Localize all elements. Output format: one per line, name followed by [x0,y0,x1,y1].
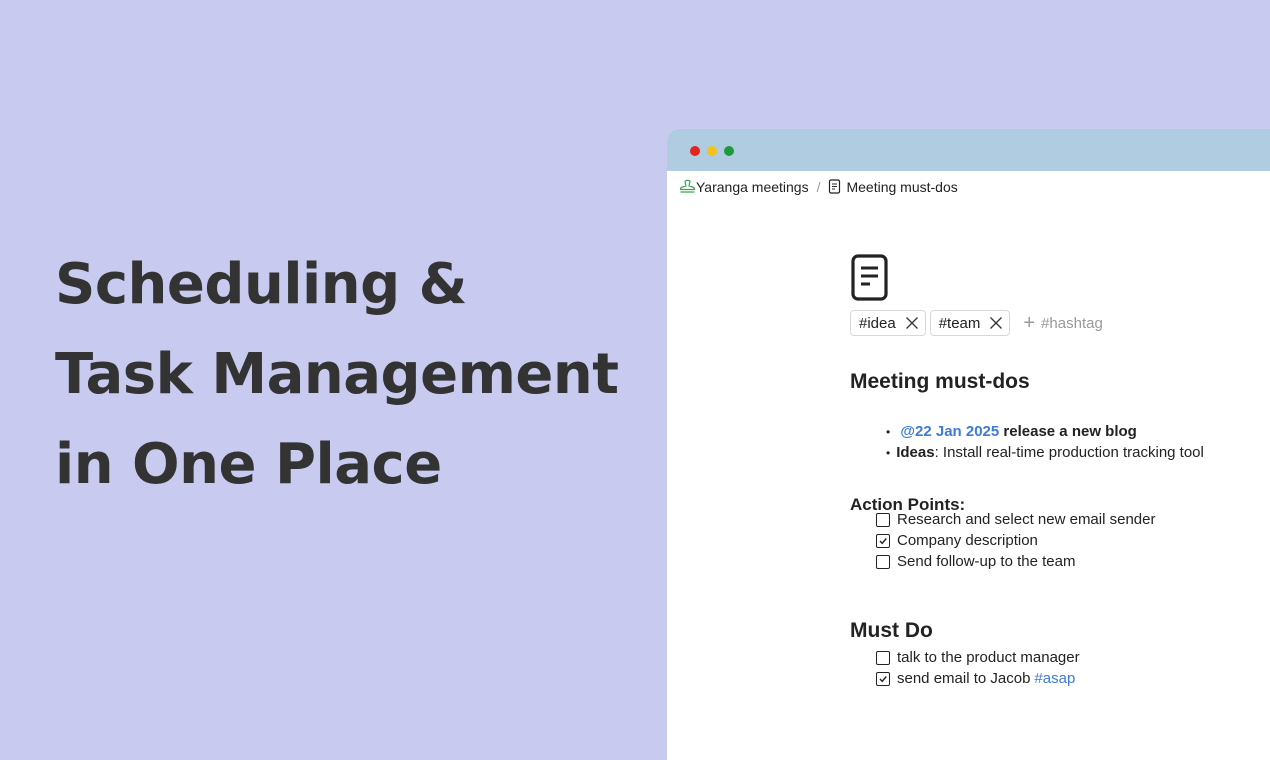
list-item[interactable]: @22 Jan 2025 release a new blog [886,421,1204,442]
hero-heading: Scheduling & Task Management in One Plac… [55,240,619,510]
checkbox[interactable] [876,512,890,527]
tag-chip[interactable]: #team [929,310,1011,336]
hero-line-1: Scheduling & [55,252,468,317]
window-titlebar [667,129,1270,171]
app-window: Yaranga meetings / Meeting must-dos #ide… [667,129,1270,760]
tag-list: #idea #team + #hashtag [850,310,1103,336]
checkmark-icon [879,537,887,544]
checkbox-checked[interactable] [876,533,890,548]
hero-line-3: in One Place [55,432,442,497]
minimize-window-button[interactable] [707,146,717,156]
action-points-list: Research and select new email sender Com… [876,509,1155,572]
todo-text: send email to Jacob [897,670,1031,687]
checkbox-checked[interactable] [876,671,890,686]
remove-tag-icon[interactable] [989,316,1003,330]
breadcrumb-page[interactable]: Meeting must-dos [828,179,958,195]
todo-text: Research and select new email sender [897,511,1156,528]
todo-text: Company description [897,532,1038,549]
tag-chip[interactable]: #idea [850,310,926,336]
date-mention[interactable]: @22 Jan 2025 [900,423,999,440]
list-item[interactable]: Ideas: Install real-time production trac… [886,442,1204,463]
checkbox[interactable] [876,650,890,665]
remove-tag-icon[interactable] [905,316,919,330]
breadcrumb-separator: / [816,179,821,195]
todo-item[interactable]: talk to the product manager [876,647,1080,668]
todo-item[interactable]: Research and select new email sender [876,509,1155,530]
hashtag-link[interactable]: #asap [1034,668,1075,689]
breadcrumb-page-label: Meeting must-dos [846,179,958,195]
todo-item[interactable]: Send follow-up to the team [876,551,1155,572]
workspace-icon [679,179,696,193]
todo-item[interactable]: Company description [876,530,1155,551]
breadcrumb-workspace[interactable]: Yaranga meetings [679,179,809,195]
bullet-label: Ideas [896,444,935,461]
breadcrumb-workspace-label: Yaranga meetings [696,179,809,195]
must-do-heading: Must Do [850,619,933,642]
checkmark-icon [879,675,887,682]
add-hashtag-placeholder: #hashtag [1041,314,1103,332]
bullet-list: @22 Jan 2025 release a new blog Ideas: I… [886,421,1204,463]
todo-text: Send follow-up to the team [897,553,1076,570]
add-hashtag-button[interactable]: + #hashtag [1023,312,1102,335]
close-window-button[interactable] [690,146,700,156]
document-icon [829,179,841,194]
todo-item[interactable]: send email to Jacob #asap [876,668,1080,689]
must-do-list: talk to the product manager send email t… [876,647,1080,689]
todo-text: talk to the product manager [897,649,1080,666]
hero-line-2: Task Management [55,342,619,407]
page-document-icon[interactable] [850,253,890,303]
tag-label: #team [938,314,981,332]
bullet-text: release a new blog [1003,423,1137,440]
tag-label: #idea [859,314,896,332]
checkbox[interactable] [876,554,890,569]
page-title[interactable]: Meeting must-dos [850,370,1030,394]
breadcrumb: Yaranga meetings / Meeting must-dos [679,179,958,195]
maximize-window-button[interactable] [724,146,734,156]
plus-icon: + [1023,311,1036,334]
bullet-text: : Install real-time production tracking … [934,444,1204,461]
